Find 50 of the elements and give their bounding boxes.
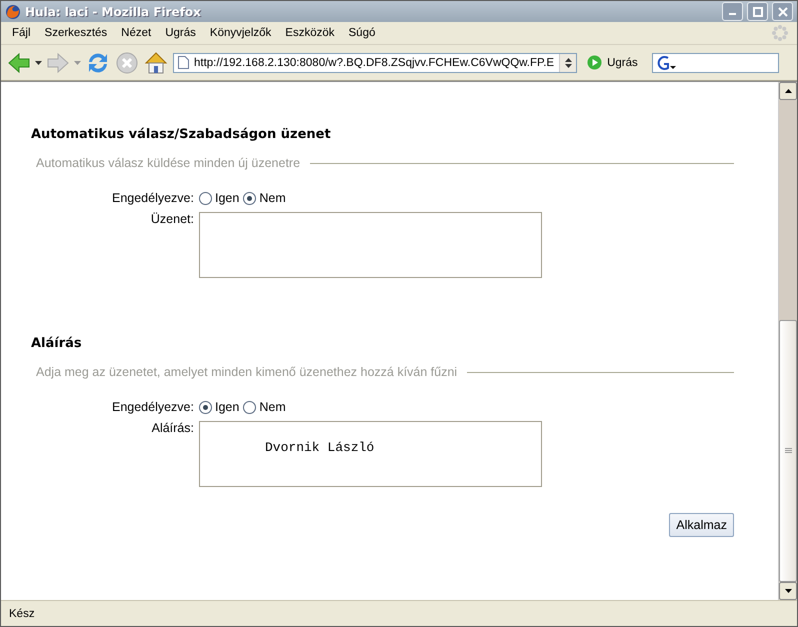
menu-item[interactable]: Nézet [114, 27, 158, 39]
maximize-icon [752, 6, 762, 16]
play-icon [587, 55, 602, 70]
close-button[interactable] [772, 2, 793, 21]
menu-item[interactable]: Fájl [5, 27, 38, 39]
apply-button[interactable]: Alkalmaz [669, 513, 734, 537]
radio-label[interactable]: Igen [215, 191, 240, 205]
up-arrow-icon [784, 89, 792, 93]
browser-logo-icon [5, 4, 21, 20]
activity-indicator-icon [771, 24, 789, 42]
text-area[interactable]: Dvornik László [199, 421, 542, 487]
caret-icon[interactable] [35, 60, 42, 64]
grip-icon [784, 448, 792, 454]
search-field[interactable] [652, 52, 779, 72]
maximize-button[interactable] [747, 2, 768, 21]
radio-button[interactable] [243, 400, 256, 414]
page-icon [178, 56, 189, 69]
status-text: Kész [9, 608, 35, 620]
scroll-up-button[interactable] [779, 82, 797, 100]
go-button[interactable]: Ugrás [587, 55, 638, 70]
section-description: Automatikus válasz küldése minden új üzenetre [36, 156, 300, 170]
radio-button[interactable] [199, 192, 212, 204]
menu-item[interactable]: Eszközök [278, 27, 342, 39]
radio-label[interactable]: Igen [215, 400, 240, 414]
address-field[interactable]: http://192.168.2.130:8080/w?.BQ.DF8.ZSqjvv.FCHEw.C6VwQQw.FP.E [173, 52, 578, 72]
scrollbar-thumb[interactable] [779, 320, 797, 582]
back-arrow-icon[interactable] [7, 52, 31, 74]
menu-item[interactable]: Ugrás [158, 27, 203, 39]
field-label: Üzenet: [150, 212, 195, 226]
minimize-button[interactable] [722, 2, 743, 21]
radio-button[interactable] [199, 400, 212, 414]
close-icon [778, 6, 788, 16]
section-heading: Aláírás [31, 336, 83, 351]
dropdown-icon[interactable] [564, 58, 572, 68]
down-arrow-icon [784, 589, 792, 593]
radio-button[interactable] [243, 192, 256, 204]
radio-label[interactable]: Nem [259, 400, 286, 414]
menu-item[interactable]: Súgó [342, 27, 382, 39]
section-heading: Automatikus válasz/Szabadságon üzenet [31, 127, 332, 142]
menu-item[interactable]: Könyvjelzők [202, 27, 278, 39]
menu-item[interactable]: Szerkesztés [38, 27, 114, 39]
home-icon[interactable] [143, 50, 169, 76]
field-label: Engedélyezve: [110, 191, 195, 205]
field-label: Aláírás: [150, 421, 195, 435]
scroll-down-button[interactable] [779, 582, 797, 600]
text-area[interactable] [199, 212, 542, 278]
field-label: Engedélyezve: [110, 400, 195, 414]
section-description: Adja meg az üzenetet, amelyet minden kimenő üzenethez hozzá kíván fűzni [36, 365, 458, 379]
radio-label[interactable]: Nem [259, 191, 286, 205]
window-title: Hula: laci - Mozilla Firefox [25, 4, 202, 18]
